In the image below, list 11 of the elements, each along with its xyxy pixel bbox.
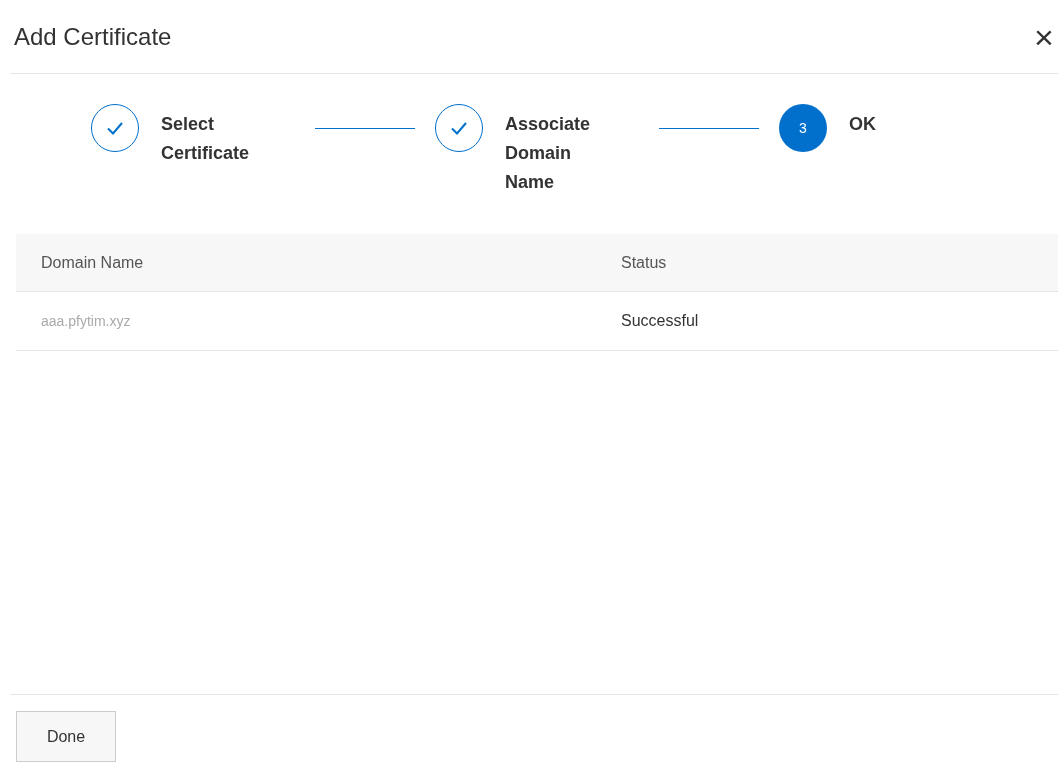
table-cell: aaa.pfytim.xyz bbox=[41, 313, 131, 329]
done-button[interactable]: Done bbox=[16, 711, 116, 762]
step-number: 3 bbox=[779, 104, 827, 152]
table-cell: Successful bbox=[621, 312, 699, 329]
close-button[interactable]: × bbox=[1024, 19, 1058, 54]
step-label: Associate Domain Name bbox=[505, 113, 592, 194]
column-header: Status bbox=[621, 253, 667, 271]
dialog-title: Add Certificate bbox=[14, 21, 172, 52]
step-label: Select Certificate bbox=[161, 113, 251, 165]
step-label: OK bbox=[849, 113, 877, 136]
column-header: Domain Name bbox=[41, 253, 144, 271]
